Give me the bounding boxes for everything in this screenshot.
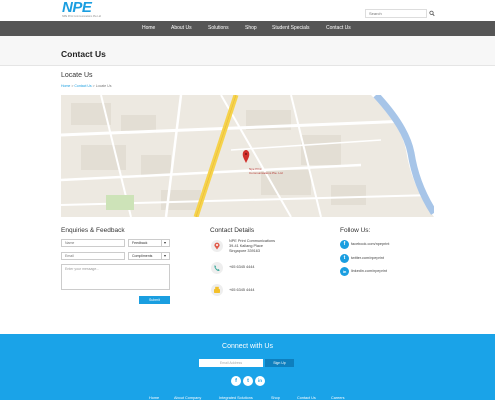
section-title: Locate Us	[61, 72, 93, 79]
contact-details-title: Contact Details	[210, 227, 255, 234]
nav-about-us[interactable]: About Us	[171, 21, 192, 36]
facebook-icon[interactable]: f	[340, 240, 349, 249]
follow-us-title: Follow Us:	[340, 227, 371, 234]
site-header: NPE NPE Print Communications Pte Ltd	[0, 0, 495, 21]
phone-number: +65 6345 4444	[229, 265, 255, 269]
logo-subtext: NPE Print Communications Pte Ltd	[62, 15, 101, 18]
footer-nav-about-company[interactable]: About Company	[174, 396, 201, 400]
main-nav: Home About Us Solutions Shop Student Spe…	[0, 21, 495, 36]
breadcrumb: Home > Contact Us > Locate Us	[61, 84, 111, 88]
fax-number: +65 6345 4444	[229, 288, 255, 292]
name-input[interactable]	[61, 239, 125, 247]
nav-student-specials[interactable]: Student Specials	[272, 21, 310, 36]
logo[interactable]: NPE NPE Print Communications Pte Ltd	[62, 0, 106, 20]
search-input[interactable]	[365, 9, 427, 18]
footer-nav-careers[interactable]: Careers	[331, 396, 345, 400]
nav-shop[interactable]: Shop	[245, 21, 257, 36]
enquiry-subtype-select[interactable]: Compliments	[128, 252, 170, 260]
enquiry-subtype-value: Compliments	[132, 254, 153, 258]
breadcrumb-parent[interactable]: Contact Us	[74, 84, 91, 88]
enquiries-title: Enquiries & Feedback	[61, 227, 125, 234]
map-marker-line2: Communications Pte. Ltd	[249, 171, 283, 175]
nav-solutions[interactable]: Solutions	[208, 21, 229, 36]
enquiry-type-select[interactable]: Feedback	[128, 239, 170, 247]
search-box	[365, 9, 437, 18]
submit-button[interactable]: Submit	[139, 296, 170, 304]
signup-button[interactable]: Sign Up	[265, 359, 294, 367]
chevron-down-icon	[161, 253, 169, 259]
facebook-link[interactable]: facebook.com/npeprint	[351, 242, 389, 246]
breadcrumb-home[interactable]: Home	[61, 84, 70, 88]
message-textarea[interactable]: Enter your message...	[61, 264, 170, 290]
footer-nav-integrated-solutions[interactable]: Integrated Solutions	[219, 396, 253, 400]
footer-facebook-icon[interactable]: f	[231, 376, 241, 386]
chevron-down-icon	[161, 240, 169, 246]
page-title: Contact Us	[61, 49, 106, 59]
twitter-icon[interactable]: t	[340, 254, 349, 263]
footer-linkedin-icon[interactable]: in	[255, 376, 265, 386]
search-icon[interactable]	[429, 10, 435, 17]
footer-nav-home[interactable]: Home	[149, 396, 159, 400]
footer-nav-contact-us[interactable]: Contact Us	[297, 396, 316, 400]
map-pin-icon	[211, 240, 223, 252]
footer-twitter-icon[interactable]: t	[243, 376, 253, 386]
fax-icon	[211, 284, 223, 296]
breadcrumb-separator: >	[92, 84, 95, 88]
footer-nav-shop[interactable]: Shop	[271, 396, 280, 400]
enquiry-type-value: Feedback	[132, 241, 148, 245]
address-line3: Singapore 339163	[229, 249, 261, 253]
nav-home[interactable]: Home	[142, 21, 155, 36]
footer-title: Connect with Us	[222, 343, 273, 350]
linkedin-link[interactable]: linkedin.com/npeprint	[351, 269, 387, 273]
email-input[interactable]	[61, 252, 125, 260]
location-map[interactable]: Npe Print Communications Pte. Ltd	[61, 95, 434, 217]
nav-contact-us[interactable]: Contact Us	[326, 21, 351, 36]
map-marker-label: Npe Print Communications Pte. Ltd	[249, 167, 283, 175]
linkedin-icon[interactable]: in	[340, 267, 349, 276]
logo-text: NPE	[62, 0, 92, 16]
breadcrumb-current: Locate Us	[95, 84, 112, 88]
twitter-link[interactable]: twitter.com/npeprint	[351, 256, 384, 260]
address: NPE Print Communications 39-41 Kallang P…	[229, 239, 275, 254]
phone-icon	[211, 262, 223, 274]
newsletter-email-input[interactable]: Email Address	[199, 359, 263, 367]
